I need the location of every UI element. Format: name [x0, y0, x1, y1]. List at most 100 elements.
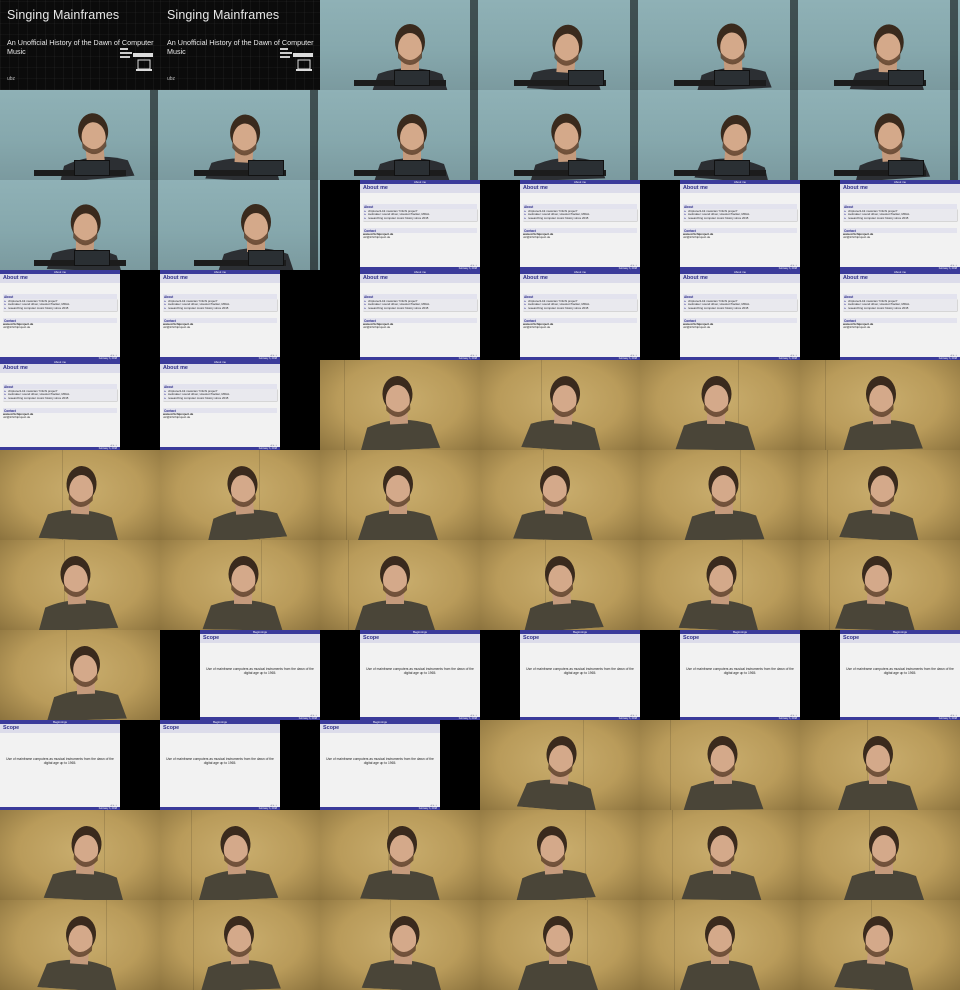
slide-frame-title: Scope [200, 634, 320, 643]
about-me-slide-frame: About me About me Aboutchiptune/1-bit mu… [480, 270, 640, 360]
about-list-item: researching computer music history since… [164, 306, 276, 311]
contact-email: utz@irrlichtproject.de [363, 325, 391, 330]
speaker-frame-gold-stage [160, 810, 320, 900]
about-list-item: researching computer music history since… [844, 216, 956, 221]
about-list-item: researching computer music history since… [844, 306, 956, 311]
speaker-frame-gold-stage [640, 810, 800, 900]
slide-title: Singing Mainframes [7, 8, 120, 22]
speaker-frame-blue-stage [480, 90, 640, 180]
title-slide-frame: Singing Mainframes An Unofficial History… [160, 0, 320, 90]
video-frame-grid: Singing Mainframes An Unofficial History… [0, 0, 960, 990]
speaker-frame-gold-stage [480, 360, 640, 450]
speaker-frame-gold-stage [800, 360, 960, 450]
about-me-slide-frame: About me About me Aboutchiptune/1-bit mu… [320, 180, 480, 270]
about-me-slide-frame: About me About me Aboutchiptune/1-bit mu… [160, 270, 320, 360]
speaker-frame-blue-stage [800, 0, 960, 90]
frame-title-text: Scope [363, 635, 380, 641]
speaker [358, 466, 438, 540]
about-list: chiptune/1-bit musician "irrlicht projec… [163, 299, 277, 312]
contact-block: Contact www.irrlichtproject.de utz@irrlich… [163, 318, 277, 330]
speaker [523, 24, 604, 90]
speaker [38, 556, 119, 630]
frame-title-text: About me [683, 275, 708, 281]
scope-slide-frame: Beginnings Scope Use of mainframe comput… [480, 630, 640, 720]
slide-frame-title: About me [360, 184, 480, 193]
about-list-item: researching computer music history since… [684, 216, 796, 221]
speaker [683, 736, 764, 810]
about-block: Aboutchiptune/1-bit musician "irrlicht p… [363, 204, 477, 222]
speaker-frame-blue-stage [480, 0, 640, 90]
about-me-slide-frame: About me About me Aboutchiptune/1-bit mu… [800, 180, 960, 270]
speaker-frame-gold-stage [0, 900, 160, 990]
speaker-frame-gold-stage [640, 540, 800, 630]
about-block: Aboutchiptune/1-bit musician "irrlicht p… [3, 294, 117, 312]
speaker-frame-gold-stage [0, 810, 160, 900]
speaker-frame-gold-stage [640, 900, 800, 990]
laptop-icon [394, 160, 430, 176]
scope-text: Use of mainframe computers as musical in… [846, 667, 954, 676]
laptop-icon [714, 160, 750, 176]
speaker [46, 646, 127, 720]
speaker [844, 826, 924, 900]
contact-block: Contact www.irrlichtproject.de utz@irrlich… [683, 318, 797, 330]
speaker-frame-blue-stage [0, 180, 160, 270]
about-list-item: researching computer music history since… [524, 306, 636, 311]
speaker-frame-blue-stage [320, 0, 480, 90]
about-list: chiptune/1-bit musician "irrlicht projec… [363, 299, 477, 312]
speaker-frame-gold-stage [0, 630, 160, 720]
laptop-icon [888, 160, 924, 176]
speaker [853, 113, 934, 180]
speaker [218, 204, 294, 270]
speaker-frame-gold-stage [480, 720, 640, 810]
scope-text: Use of mainframe computers as musical in… [366, 667, 474, 676]
contact-block: Contact www.irrlichtproject.de utz@irrlich… [523, 318, 637, 330]
speaker-frame-gold-stage [480, 810, 640, 900]
speaker [361, 916, 442, 990]
speaker [839, 466, 920, 540]
speaker-frame-gold-stage [160, 540, 320, 630]
speaker-frame-gold-stage [160, 900, 320, 990]
speaker-frame-gold-stage [0, 450, 160, 540]
speaker [838, 736, 918, 810]
about-me-slide-frame: About me About me Aboutchiptune/1-bit mu… [0, 360, 160, 450]
contact-block: Contact www.irrlichtproject.de utz@irrlich… [843, 318, 957, 330]
speaker-frame-gold-stage [160, 450, 320, 540]
contact-block: Contact www.irrlichtproject.de utz@irrlich… [163, 408, 277, 420]
speaker [521, 376, 602, 450]
slide-frame-title: About me [360, 274, 480, 283]
frame-title-text: Scope [683, 635, 700, 641]
about-me-slide-frame: About me About me Aboutchiptune/1-bit mu… [320, 270, 480, 360]
frame-title-text: About me [3, 365, 28, 371]
speaker [842, 376, 923, 450]
speaker-frame-gold-stage [320, 900, 480, 990]
speaker-frame-gold-stage [800, 450, 960, 540]
speaker [518, 916, 598, 990]
speaker-frame-gold-stage [800, 900, 960, 990]
frame-title-text: About me [523, 275, 548, 281]
event-logo-icon [280, 48, 313, 71]
contact-block: Contact www.irrlichtproject.de utz@irrlich… [523, 228, 637, 240]
about-block: Aboutchiptune/1-bit musician "irrlicht p… [683, 294, 797, 312]
slide-frame-title: About me [520, 274, 640, 283]
frame-title-text: About me [683, 185, 708, 191]
speaker [200, 916, 281, 990]
slide-frame-title: Scope [320, 724, 440, 733]
about-block: Aboutchiptune/1-bit musician "irrlicht p… [683, 204, 797, 222]
slide-author: ubz [167, 76, 176, 82]
speaker-frame-gold-stage [320, 540, 480, 630]
speaker [43, 826, 124, 900]
about-block: Aboutchiptune/1-bit musician "irrlicht p… [363, 294, 477, 312]
slide-frame-title: Scope [840, 634, 960, 643]
about-list: chiptune/1-bit musician "irrlicht projec… [683, 209, 797, 222]
scope-slide-frame: Beginnings Scope Use of mainframe comput… [320, 720, 480, 810]
about-list-item: researching computer music history since… [364, 306, 476, 311]
frame-title-text: About me [3, 275, 28, 281]
scope-slide-frame: Beginnings Scope Use of mainframe comput… [160, 720, 320, 810]
about-list-item: researching computer music history since… [164, 396, 276, 401]
speaker [355, 556, 435, 630]
speaker [528, 113, 609, 180]
about-list: chiptune/1-bit musician "irrlicht projec… [163, 389, 277, 402]
about-list: chiptune/1-bit musician "irrlicht projec… [3, 389, 117, 402]
about-list: chiptune/1-bit musician "irrlicht projec… [3, 299, 117, 312]
speaker-frame-blue-stage [640, 90, 800, 180]
